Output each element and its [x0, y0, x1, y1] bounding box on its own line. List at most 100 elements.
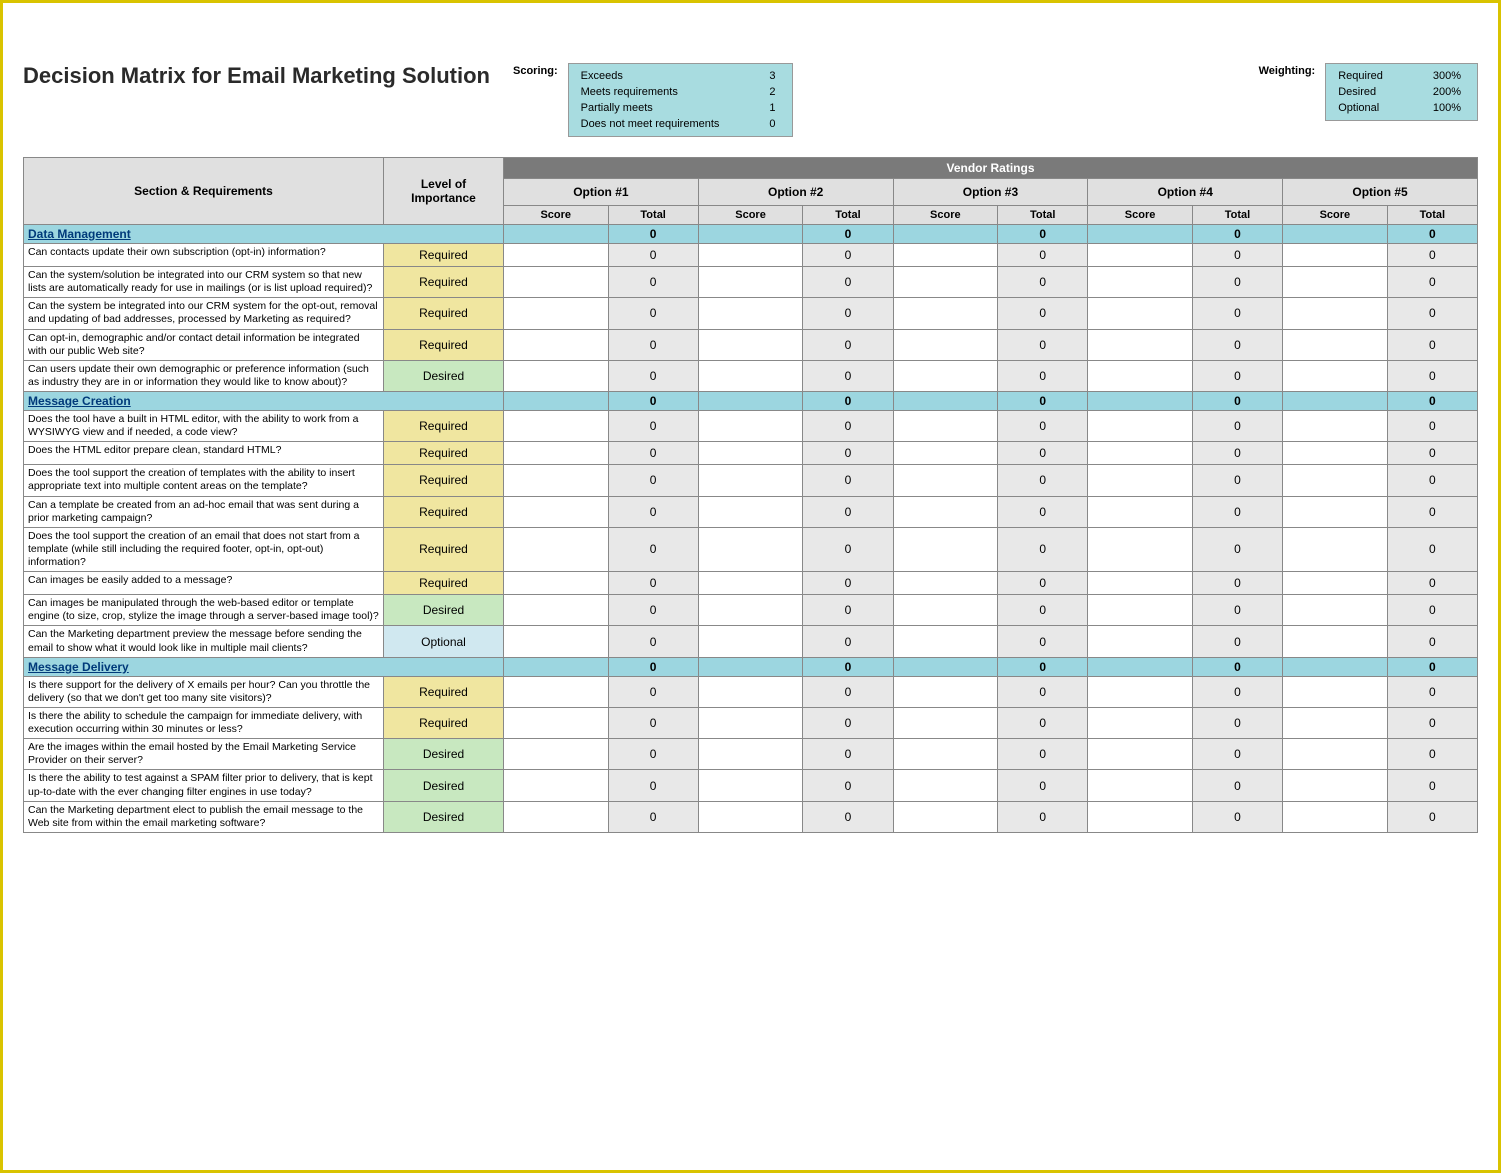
- score-cell[interactable]: [893, 267, 998, 298]
- score-cell[interactable]: [1088, 267, 1193, 298]
- score-cell[interactable]: [893, 739, 998, 770]
- total-cell: 0: [608, 442, 698, 465]
- score-cell[interactable]: [1088, 707, 1193, 738]
- total-cell: 0: [1387, 527, 1477, 571]
- score-cell[interactable]: [1283, 360, 1388, 391]
- score-cell[interactable]: [893, 595, 998, 626]
- score-cell[interactable]: [504, 739, 609, 770]
- score-cell[interactable]: [893, 465, 998, 496]
- score-cell[interactable]: [504, 676, 609, 707]
- score-cell[interactable]: [504, 572, 609, 595]
- score-cell[interactable]: [1088, 801, 1193, 832]
- score-cell[interactable]: [1283, 739, 1388, 770]
- score-cell[interactable]: [1283, 626, 1388, 657]
- section-score-blank: [893, 392, 998, 411]
- score-cell[interactable]: [1283, 411, 1388, 442]
- score-cell[interactable]: [504, 527, 609, 571]
- score-cell[interactable]: [893, 801, 998, 832]
- score-cell[interactable]: [1088, 244, 1193, 267]
- score-cell[interactable]: [1088, 411, 1193, 442]
- score-cell[interactable]: [1088, 298, 1193, 329]
- total-cell: 0: [1387, 595, 1477, 626]
- score-cell[interactable]: [698, 329, 803, 360]
- score-cell[interactable]: [698, 739, 803, 770]
- score-cell[interactable]: [698, 676, 803, 707]
- score-cell[interactable]: [1088, 739, 1193, 770]
- score-cell[interactable]: [1283, 465, 1388, 496]
- score-cell[interactable]: [698, 298, 803, 329]
- score-cell[interactable]: [893, 572, 998, 595]
- total-cell: 0: [1192, 527, 1282, 571]
- score-cell[interactable]: [1088, 360, 1193, 391]
- score-cell[interactable]: [504, 298, 609, 329]
- score-cell[interactable]: [698, 572, 803, 595]
- score-cell[interactable]: [504, 411, 609, 442]
- score-cell[interactable]: [1283, 244, 1388, 267]
- score-cell[interactable]: [1088, 626, 1193, 657]
- score-cell[interactable]: [1283, 676, 1388, 707]
- score-cell[interactable]: [504, 329, 609, 360]
- score-cell[interactable]: [1283, 496, 1388, 527]
- score-cell[interactable]: [1088, 527, 1193, 571]
- score-cell[interactable]: [698, 465, 803, 496]
- scoring-label: Scoring:: [513, 63, 558, 137]
- score-cell[interactable]: [893, 707, 998, 738]
- score-cell[interactable]: [1088, 465, 1193, 496]
- score-cell[interactable]: [1283, 267, 1388, 298]
- score-cell[interactable]: [1283, 527, 1388, 571]
- score-cell[interactable]: [504, 244, 609, 267]
- score-cell[interactable]: [698, 770, 803, 801]
- score-cell[interactable]: [893, 496, 998, 527]
- score-cell[interactable]: [1088, 572, 1193, 595]
- section-total: 0: [803, 225, 893, 244]
- score-cell[interactable]: [698, 411, 803, 442]
- score-cell[interactable]: [504, 267, 609, 298]
- score-cell[interactable]: [698, 442, 803, 465]
- score-cell[interactable]: [1088, 496, 1193, 527]
- score-cell[interactable]: [1283, 770, 1388, 801]
- score-cell[interactable]: [893, 770, 998, 801]
- score-cell[interactable]: [504, 496, 609, 527]
- score-cell[interactable]: [1283, 707, 1388, 738]
- score-cell[interactable]: [504, 801, 609, 832]
- score-cell[interactable]: [1088, 595, 1193, 626]
- score-cell[interactable]: [504, 707, 609, 738]
- score-cell[interactable]: [504, 465, 609, 496]
- score-cell[interactable]: [893, 329, 998, 360]
- score-cell[interactable]: [698, 496, 803, 527]
- score-cell[interactable]: [1283, 595, 1388, 626]
- score-cell[interactable]: [893, 676, 998, 707]
- score-cell[interactable]: [1088, 676, 1193, 707]
- score-cell[interactable]: [698, 267, 803, 298]
- score-cell[interactable]: [1283, 442, 1388, 465]
- score-cell[interactable]: [504, 770, 609, 801]
- score-cell[interactable]: [1283, 298, 1388, 329]
- score-cell[interactable]: [698, 595, 803, 626]
- score-cell[interactable]: [893, 626, 998, 657]
- total-cell: 0: [1192, 801, 1282, 832]
- total-cell: 0: [803, 801, 893, 832]
- score-cell[interactable]: [893, 244, 998, 267]
- score-cell[interactable]: [893, 411, 998, 442]
- score-cell[interactable]: [1088, 770, 1193, 801]
- total-cell: 0: [1192, 298, 1282, 329]
- score-cell[interactable]: [504, 442, 609, 465]
- score-cell[interactable]: [1283, 329, 1388, 360]
- score-cell[interactable]: [698, 360, 803, 391]
- score-cell[interactable]: [698, 527, 803, 571]
- score-cell[interactable]: [893, 298, 998, 329]
- score-cell[interactable]: [1283, 572, 1388, 595]
- score-cell[interactable]: [698, 626, 803, 657]
- score-cell[interactable]: [893, 442, 998, 465]
- score-cell[interactable]: [504, 626, 609, 657]
- score-cell[interactable]: [893, 360, 998, 391]
- score-cell[interactable]: [504, 595, 609, 626]
- score-cell[interactable]: [504, 360, 609, 391]
- score-cell[interactable]: [1283, 801, 1388, 832]
- score-cell[interactable]: [1088, 329, 1193, 360]
- score-cell[interactable]: [698, 707, 803, 738]
- score-cell[interactable]: [698, 801, 803, 832]
- score-cell[interactable]: [893, 527, 998, 571]
- score-cell[interactable]: [1088, 442, 1193, 465]
- score-cell[interactable]: [698, 244, 803, 267]
